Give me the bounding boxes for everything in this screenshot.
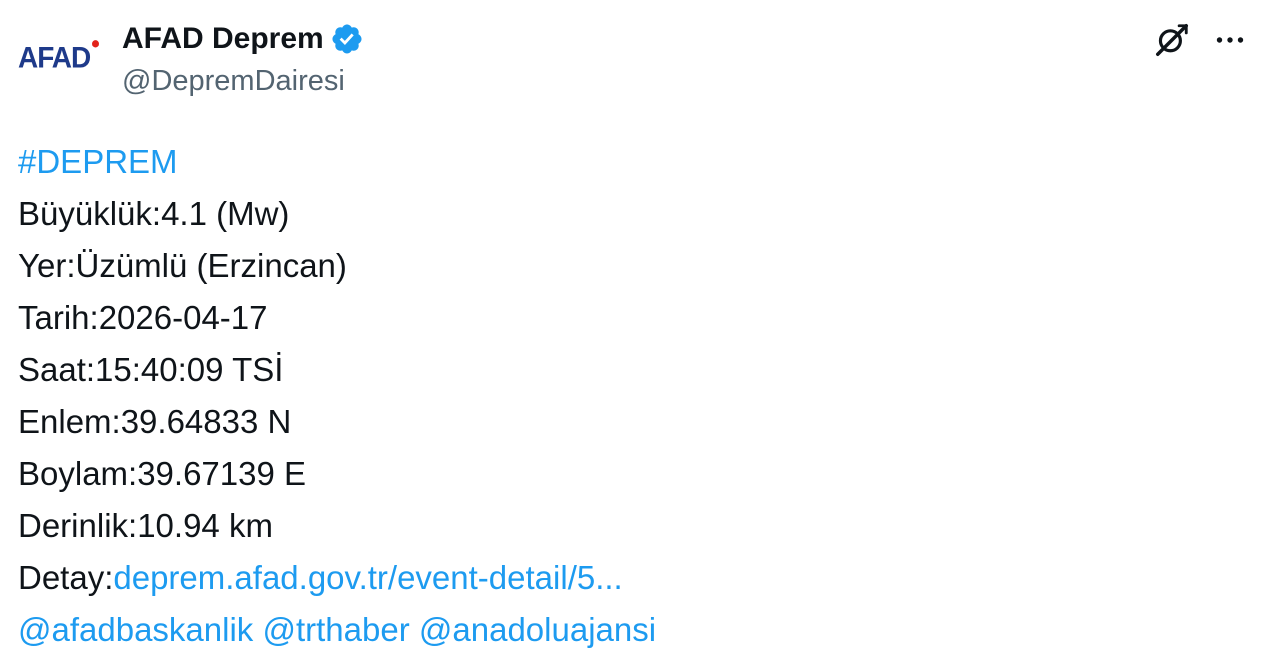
tweet-header: AFAD AFAD Deprem @DepremDairesi <box>0 0 1280 110</box>
mention-trthaber[interactable]: @trthaber <box>262 611 409 648</box>
detail-link[interactable]: deprem.afad.gov.tr/event-detail/5... <box>113 559 622 596</box>
magnitude-line: Büyüklük:4.1 (Mw) <box>18 195 290 232</box>
grok-icon <box>1156 24 1188 56</box>
hashtag-line: #DEPREM <box>18 136 1258 188</box>
latitude-line: Enlem:39.64833 N <box>18 403 292 440</box>
logo-dot <box>92 40 100 48</box>
detail-line: Detay:deprem.afad.gov.tr/event-detail/5.… <box>18 552 1258 604</box>
location-line: Yer:Üzümlü (Erzincan) <box>18 247 347 284</box>
detail-label: Detay: <box>18 559 114 596</box>
time-line: Saat:15:40:09 TSİ <box>18 351 284 388</box>
verified-badge-icon[interactable] <box>330 22 364 56</box>
display-name[interactable]: AFAD Deprem <box>122 24 324 54</box>
more-options-button[interactable] <box>1208 18 1252 62</box>
name-row: AFAD Deprem <box>122 20 364 58</box>
afad-logo: AFAD <box>18 40 100 74</box>
mention-anadoluajansi[interactable]: @anadoluajansi <box>419 611 656 648</box>
more-horizontal-icon <box>1216 37 1244 43</box>
depth-line: Derinlik:10.94 km <box>18 507 273 544</box>
date-line: Tarih:2026-04-17 <box>18 299 268 336</box>
account-handle[interactable]: @DepremDairesi <box>122 62 345 100</box>
tweet-text: #DEPREM Büyüklük:4.1 (Mw) Yer:Üzümlü (Er… <box>18 136 1258 656</box>
mention-afadbaskanlik[interactable]: @afadbaskanlik <box>18 611 253 648</box>
longitude-line: Boylam:39.67139 E <box>18 455 307 492</box>
afad-logo-text: AFAD <box>18 41 91 74</box>
grok-button[interactable] <box>1150 18 1194 62</box>
avatar[interactable]: AFAD <box>14 30 104 86</box>
hashtag-link[interactable]: #DEPREM <box>18 143 178 180</box>
mentions-line: @afadbaskanlik @trthaber @anadoluajansi <box>18 604 1258 656</box>
